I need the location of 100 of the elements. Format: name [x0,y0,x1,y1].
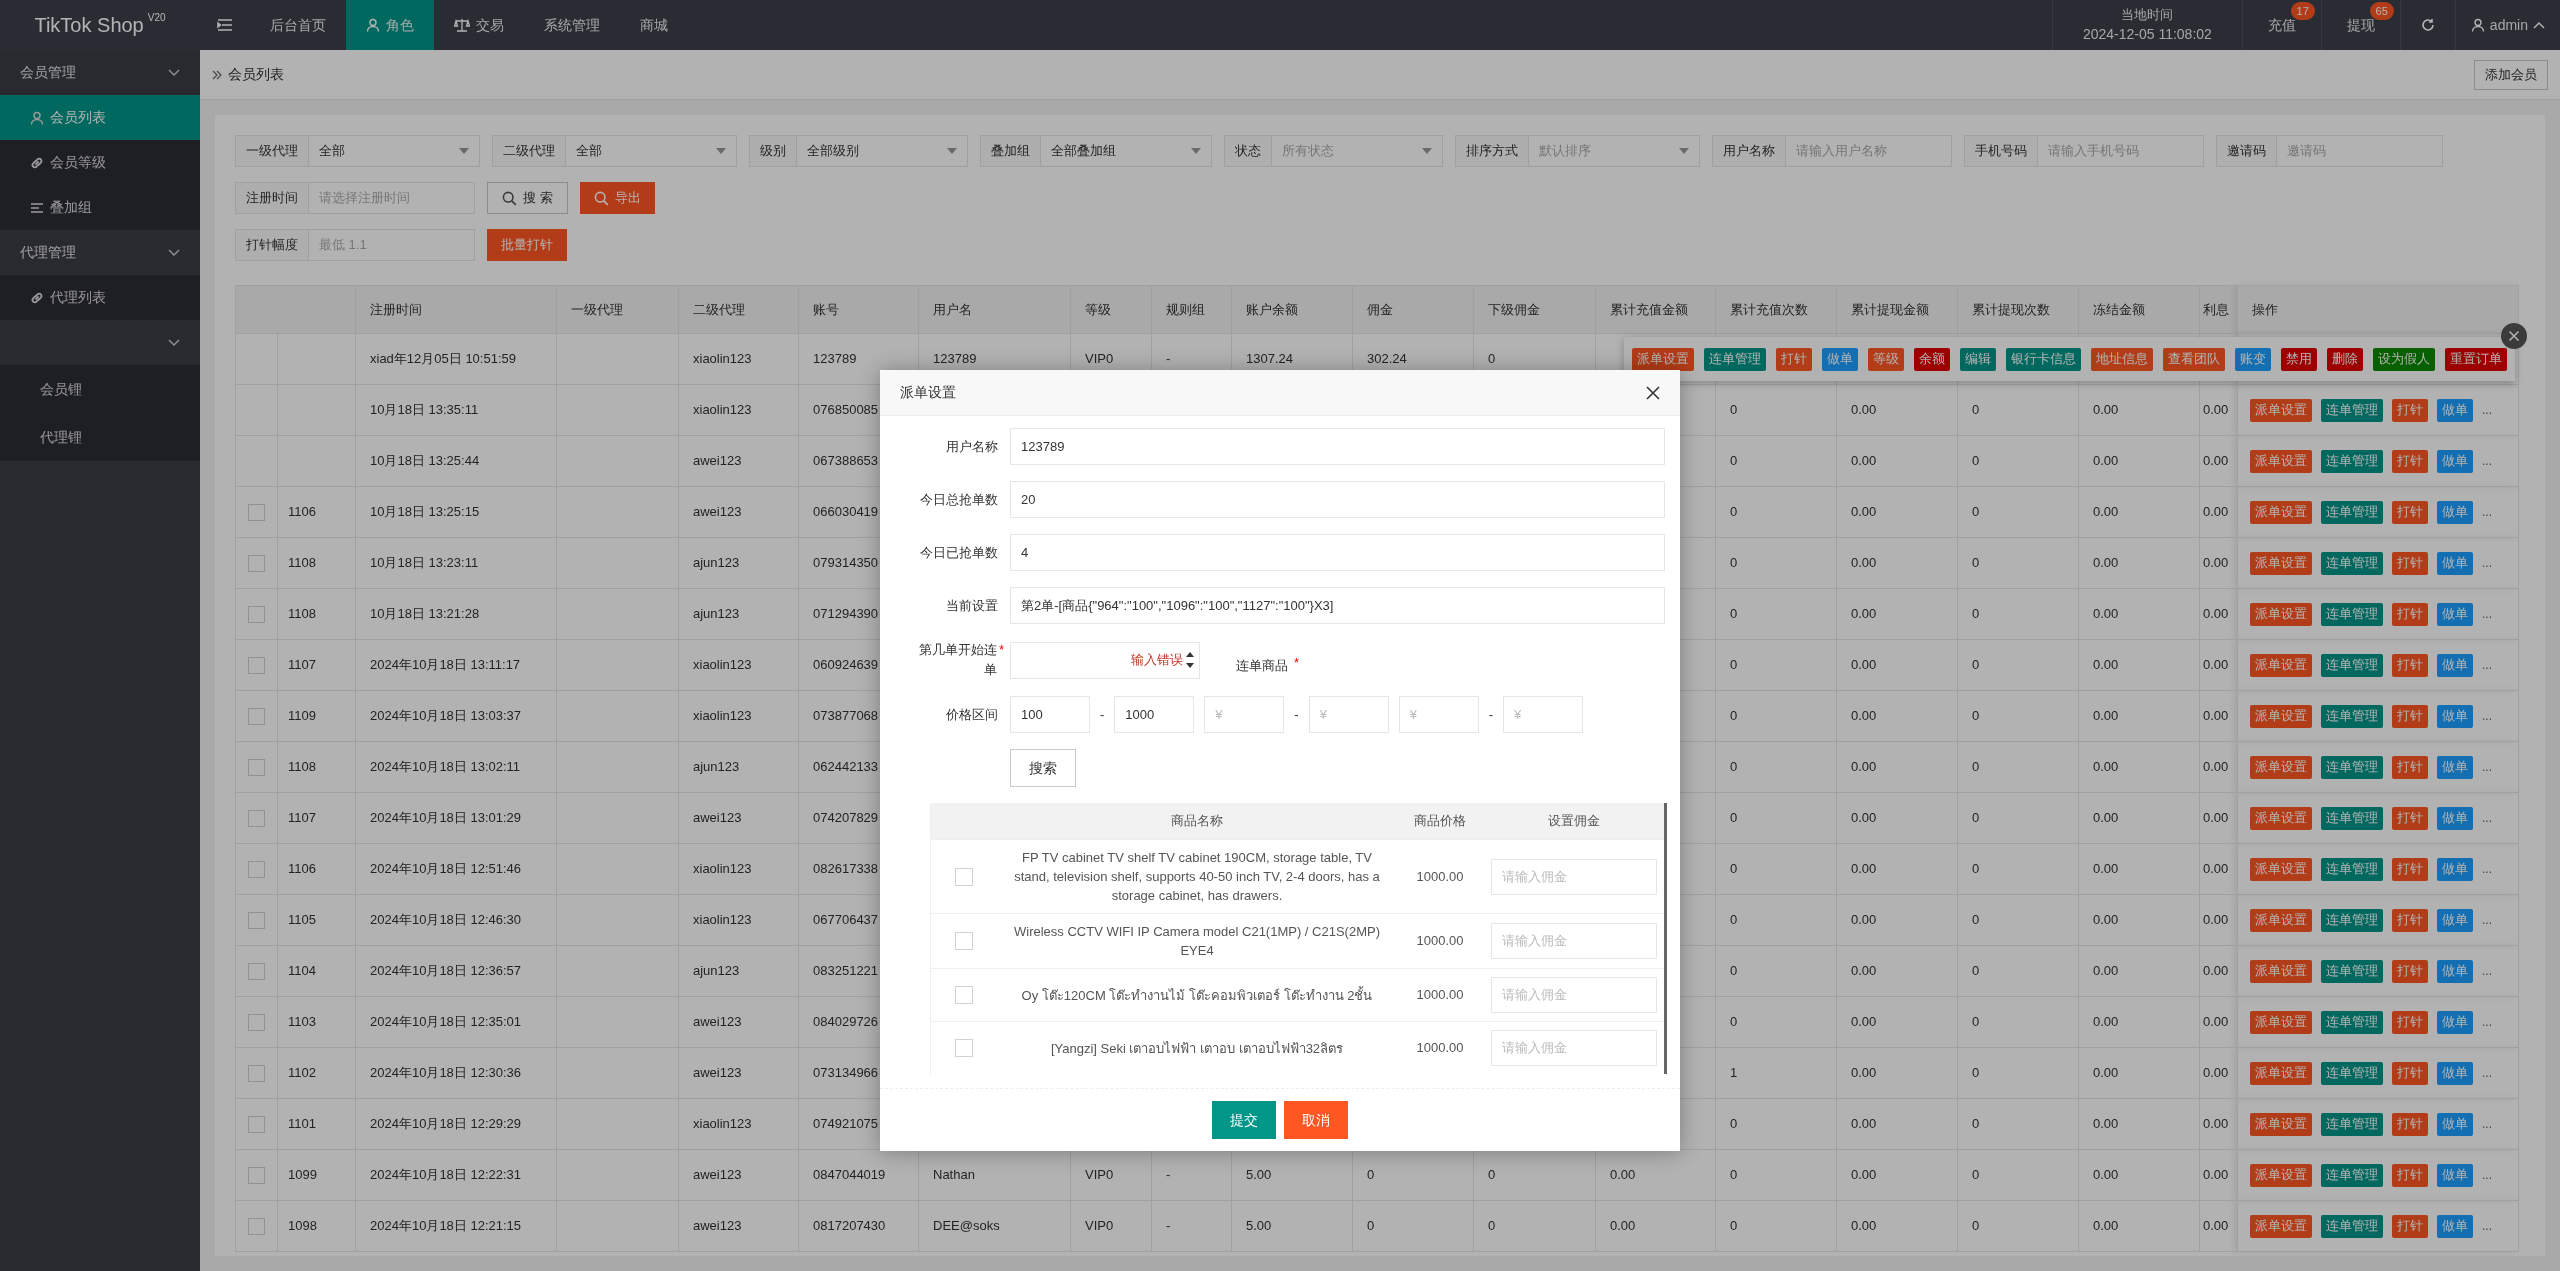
row-action-button[interactable]: 连单管理 [2321,704,2383,728]
row-action-button[interactable]: 连单管理 [2321,857,2383,881]
row-action-button[interactable]: 派单设置 [2250,500,2312,524]
input-field[interactable]: 1000 [1114,696,1195,733]
row-action-button[interactable]: 派单设置 [2250,959,2312,983]
checkbox[interactable] [248,1064,265,1082]
row-action-button[interactable]: 做单 [2437,500,2473,524]
checkbox[interactable] [955,1039,973,1057]
row-action-button[interactable]: 删除 [2327,347,2363,371]
row-action-button[interactable]: 连单管理 [2321,653,2383,677]
nav-tab[interactable]: 系统管理 [524,0,620,50]
more-button[interactable]: ... [2482,503,2492,521]
more-button[interactable]: ... [2482,911,2492,929]
row-action-button[interactable]: 打针 [1776,347,1812,371]
row-action-button[interactable]: 连单管理 [2321,1112,2383,1136]
input-field[interactable]: ¥ [1308,696,1389,733]
more-button[interactable]: ... [2482,1013,2492,1031]
row-action-button[interactable]: 做单 [2437,755,2473,779]
checkbox[interactable] [248,911,265,929]
row-action-button[interactable]: 做单 [2437,806,2473,830]
row-action-button[interactable]: 打针 [2392,959,2428,983]
checkbox[interactable] [248,860,265,878]
row-action-button[interactable]: 派单设置 [2250,398,2312,422]
more-button[interactable]: ... [2482,1217,2492,1235]
row-action-button[interactable]: 打针 [2392,857,2428,881]
input-field[interactable]: ¥ [1503,696,1584,733]
row-action-button[interactable]: 打针 [2392,398,2428,422]
more-button[interactable]: ... [2482,1115,2492,1133]
more-button[interactable]: ... [2482,1064,2492,1082]
more-button[interactable]: ... [2482,656,2492,674]
search-button[interactable]: 搜 索 [487,182,568,214]
row-action-button[interactable]: 做单 [2437,1214,2473,1238]
row-action-button[interactable]: 做单 [2437,398,2473,422]
dialog-button[interactable]: 提交 [1212,1101,1276,1139]
row-action-button[interactable]: 查看团队 [2163,347,2225,371]
row-action-button[interactable]: 做单 [2437,1010,2473,1034]
menu-group[interactable]: 代理管理 [0,230,200,275]
row-action-button[interactable]: 账变 [2235,347,2271,371]
input-field[interactable]: 请输入佣金 [1491,977,1657,1013]
input-field[interactable]: ¥ [1398,696,1479,733]
more-button[interactable]: ... [2482,962,2492,980]
row-action-button[interactable]: 派单设置 [1632,347,1694,371]
more-button[interactable]: ... [2482,809,2492,827]
menu-item[interactable]: 叠加组 [0,185,200,230]
row-action-button[interactable]: 派单设置 [2250,653,2312,677]
row-action-button[interactable]: 连单管理 [2321,602,2383,626]
row-action-button[interactable]: 连单管理 [2321,1061,2383,1085]
row-action-button[interactable]: 做单 [2437,1112,2473,1136]
search-button[interactable]: 搜索 [1010,749,1076,787]
row-action-button[interactable]: 打针 [2392,1214,2428,1238]
row-action-button[interactable]: 打针 [2392,449,2428,473]
input-field[interactable]: 第2单-[商品{"964":"100","1096":"100","1127":"100"}X3] [1010,587,1665,624]
row-action-button[interactable]: 银行卡信息 [2006,347,2081,371]
row-action-button[interactable]: 做单 [2437,908,2473,932]
row-action-button[interactable]: 派单设置 [2250,1163,2312,1187]
row-action-button[interactable]: 打针 [2392,1112,2428,1136]
checkbox[interactable] [248,1115,265,1133]
row-action-button[interactable]: 做单 [1822,347,1858,371]
more-button[interactable]: ... [2482,554,2492,572]
menu-item[interactable]: 代理列表 [0,275,200,320]
menu-group[interactable]: 会员管理 [0,50,200,95]
row-action-button[interactable]: 做单 [2437,857,2473,881]
checkbox[interactable] [955,986,973,1004]
checkbox[interactable] [248,707,265,725]
row-action-button[interactable]: 派单设置 [2250,1061,2312,1085]
row-action-button[interactable]: 等级 [1868,347,1904,371]
row-action-button[interactable]: 派单设置 [2250,602,2312,626]
row-action-button[interactable]: 连单管理 [2321,755,2383,779]
row-action-button[interactable]: 连单管理 [2321,449,2383,473]
more-button[interactable]: ... [2482,1166,2492,1184]
action-button[interactable]: 导出 [579,182,655,214]
row-action-button[interactable]: 余额 [1914,347,1950,371]
row-action-button[interactable]: 打针 [2392,704,2428,728]
row-action-button[interactable]: 打针 [2392,755,2428,779]
row-action-button[interactable]: 打针 [2392,1163,2428,1187]
row-action-button[interactable]: 连单管理 [2321,1010,2383,1034]
row-action-button[interactable]: 打针 [2392,500,2428,524]
more-button[interactable]: ... [2482,452,2492,470]
row-action-button[interactable]: 派单设置 [2250,857,2312,881]
checkbox[interactable] [248,1013,265,1031]
row-action-button[interactable]: 打针 [2392,653,2428,677]
row-action-button[interactable]: 地址信息 [2091,347,2153,371]
row-action-button[interactable]: 设为假人 [2373,347,2435,371]
checkbox[interactable] [248,1166,265,1184]
row-action-button[interactable]: 打针 [2392,602,2428,626]
nav-tab[interactable]: 商城 [620,0,688,50]
row-action-button[interactable]: 连单管理 [2321,1163,2383,1187]
row-action-button[interactable]: 打针 [2392,908,2428,932]
row-action-button[interactable]: 打针 [2392,1010,2428,1034]
row-action-button[interactable]: 连单管理 [1704,347,1766,371]
input-field[interactable]: 123789 [1010,428,1665,465]
menu-item[interactable]: 会员列表 [0,95,200,140]
row-action-button[interactable]: 做单 [2437,959,2473,983]
row-action-button[interactable]: 派单设置 [2250,908,2312,932]
input-field[interactable]: 请输入佣金 [1491,1030,1657,1066]
row-action-button[interactable]: 做单 [2437,1061,2473,1085]
checkbox[interactable] [248,503,265,521]
row-action-button[interactable]: 派单设置 [2250,704,2312,728]
row-action-button[interactable]: 打针 [2392,806,2428,830]
more-button[interactable]: ... [2482,860,2492,878]
